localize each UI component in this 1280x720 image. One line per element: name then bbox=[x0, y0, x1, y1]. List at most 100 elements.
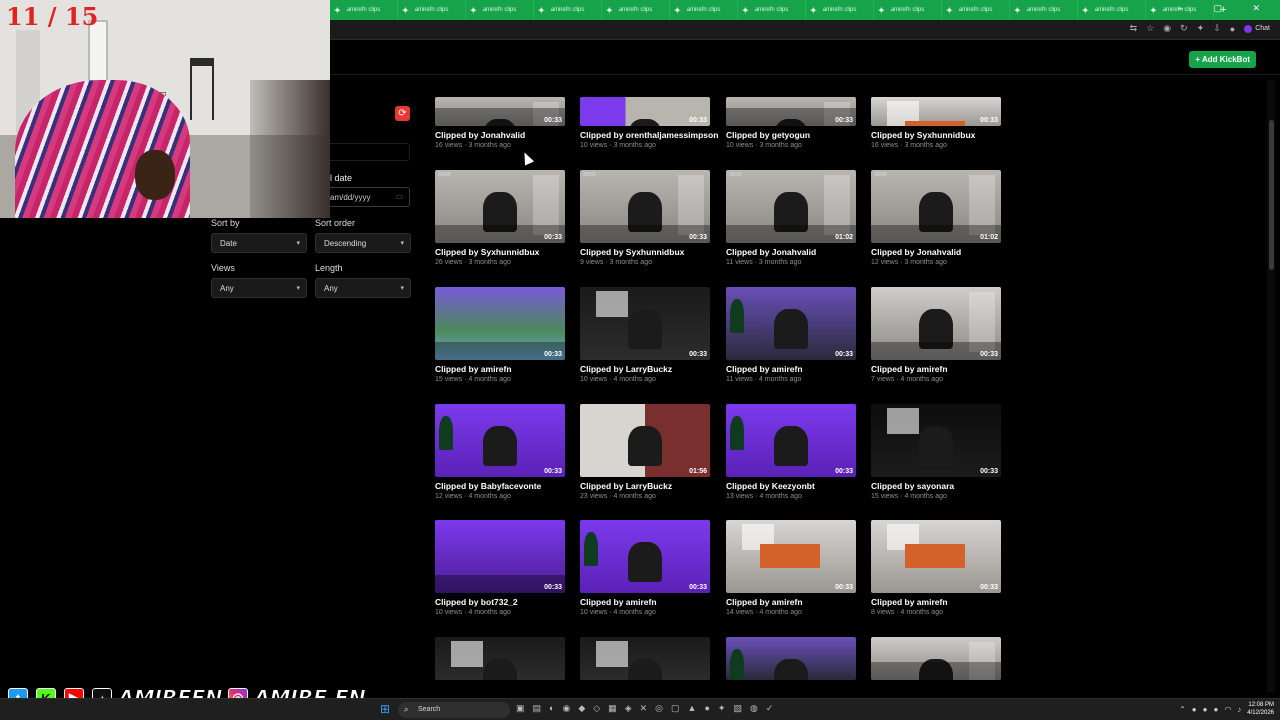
sort-order-select[interactable]: Descending ▾ bbox=[315, 233, 411, 253]
clip-thumbnail[interactable]: 00:33 bbox=[435, 520, 565, 593]
edge-icon[interactable]: ◐ bbox=[549, 703, 554, 714]
app-icon[interactable]: ▲ bbox=[688, 703, 697, 714]
reset-filters-button[interactable]: ⟳ bbox=[395, 106, 410, 121]
clip-thumbnail[interactable]: 30/30 00:33 bbox=[435, 170, 565, 243]
add-kickbot-button[interactable]: + Add KickBot bbox=[1189, 51, 1256, 68]
browser-tab[interactable]: ✦ amirefn clips bbox=[602, 0, 670, 20]
star-icon[interactable]: ☆ bbox=[1146, 23, 1154, 34]
clip-thumbnail[interactable]: 00:33 bbox=[435, 404, 565, 477]
volume-icon[interactable]: ♪ bbox=[1237, 705, 1241, 714]
browser-tab[interactable]: ✦ amirefn clips bbox=[330, 0, 398, 20]
wifi-icon[interactable]: ◠ bbox=[1224, 705, 1231, 714]
clip-thumbnail[interactable]: 00:33 bbox=[580, 287, 710, 360]
app-icon[interactable]: ✦ bbox=[718, 703, 726, 714]
clip-thumbnail[interactable]: 00:33 bbox=[871, 287, 1001, 360]
clip-title[interactable]: Clipped by bot732_2 bbox=[435, 597, 518, 607]
app-icon[interactable]: ▦ bbox=[608, 703, 617, 714]
clip-thumbnail[interactable] bbox=[435, 637, 565, 680]
browser-tab[interactable]: ✦ amirefn clips bbox=[874, 0, 942, 20]
taskbar-search[interactable]: ⌕ Search bbox=[398, 702, 510, 718]
app-icon[interactable]: ◆ bbox=[578, 703, 585, 714]
clip-thumbnail[interactable]: 00:33 bbox=[871, 97, 1001, 126]
app-icon[interactable]: ▢ bbox=[671, 703, 680, 714]
app-icon[interactable]: ◇ bbox=[593, 703, 600, 714]
taskbar-clock[interactable]: 12:08 PM 4/12/2026 bbox=[1247, 701, 1274, 717]
clip-thumbnail[interactable]: 00:33 bbox=[726, 97, 856, 126]
chevron-up-icon[interactable]: ⌃ bbox=[1179, 705, 1186, 714]
clip-thumbnail[interactable]: 30/30 01:02 bbox=[871, 170, 1001, 243]
browser-tab[interactable]: ✦ amirefn clips bbox=[466, 0, 534, 20]
explorer-icon[interactable]: ▤ bbox=[533, 703, 542, 714]
clip-thumbnail[interactable]: 00:33 bbox=[726, 520, 856, 593]
translate-icon[interactable]: ⇆ bbox=[1130, 23, 1138, 34]
refresh-extension-icon[interactable]: ↻ bbox=[1180, 23, 1188, 34]
clip-title[interactable]: Clipped by sayonara bbox=[871, 481, 954, 491]
clip-thumbnail[interactable]: 01:56 bbox=[580, 404, 710, 477]
clip-thumbnail[interactable]: 00:33 bbox=[435, 97, 565, 126]
clip-title[interactable]: Clipped by Jonahvalid bbox=[435, 130, 525, 140]
window-controls[interactable]: – ▢ ✕ bbox=[1178, 3, 1274, 14]
clip-thumbnail[interactable]: 00:33 bbox=[871, 520, 1001, 593]
app-icon[interactable]: ▧ bbox=[733, 703, 742, 714]
profile-icon[interactable]: ● bbox=[1230, 24, 1235, 34]
extension-icon[interactable]: ◉ bbox=[1163, 23, 1171, 34]
clip-title[interactable]: Clipped by Syxhunnidbux bbox=[580, 247, 684, 257]
browser-tab[interactable]: ✦ amirefn clips bbox=[806, 0, 874, 20]
sort-by-select[interactable]: Date ▾ bbox=[211, 233, 307, 253]
browser-tab[interactable]: ✦ amirefn clips bbox=[942, 0, 1010, 20]
browser-tab[interactable]: ✦ amirefn clips bbox=[534, 0, 602, 20]
downloads-icon[interactable]: ⇩ bbox=[1213, 23, 1221, 34]
start-date-input[interactable] bbox=[330, 143, 410, 161]
windows-start-icon[interactable]: ⊞ bbox=[380, 702, 390, 716]
clip-thumbnail[interactable] bbox=[726, 637, 856, 680]
clip-thumbnail[interactable]: 00:33 bbox=[580, 520, 710, 593]
clip-title[interactable]: Clipped by amirefn bbox=[726, 364, 803, 374]
clip-thumbnail[interactable]: 00:33 bbox=[580, 97, 710, 126]
browser-tab[interactable]: ✦ amirefn clips bbox=[670, 0, 738, 20]
clip-title[interactable]: Clipped by Jonahvalid bbox=[871, 247, 961, 257]
end-date-input[interactable]: am/dd/yyyy ▭ bbox=[330, 187, 410, 207]
clip-thumbnail[interactable] bbox=[580, 637, 710, 680]
browser-tab[interactable]: ✦ amirefn clips bbox=[398, 0, 466, 20]
tray-app-icon[interactable]: ● bbox=[1203, 705, 1208, 714]
clip-title[interactable]: Clipped by orenthaljamessimpson bbox=[580, 130, 718, 140]
app-icon[interactable]: ◎ bbox=[655, 703, 663, 714]
browser-tab[interactable]: ✦ amirefn clips bbox=[738, 0, 806, 20]
clip-thumbnail[interactable]: 00:33 bbox=[726, 404, 856, 477]
clip-thumbnail[interactable]: 00:33 bbox=[435, 287, 565, 360]
clip-title[interactable]: Clipped by Jonahvalid bbox=[726, 247, 816, 257]
clip-title[interactable]: Clipped by LarryBuckz bbox=[580, 364, 672, 374]
clip-thumbnail[interactable]: 00:33 bbox=[726, 287, 856, 360]
clip-title[interactable]: Clipped by amirefn bbox=[871, 364, 948, 374]
tray-app-icon[interactable]: ● bbox=[1213, 705, 1218, 714]
clip-thumbnail[interactable]: 00:33 bbox=[871, 404, 1001, 477]
scrollbar-thumb[interactable] bbox=[1269, 120, 1274, 270]
clip-thumbnail[interactable]: 30/30 01:02 bbox=[726, 170, 856, 243]
chat-button[interactable]: Chat bbox=[1244, 24, 1270, 33]
clip-title[interactable]: Clipped by amirefn bbox=[580, 597, 657, 607]
taskview-icon[interactable]: ▣ bbox=[516, 703, 525, 714]
tray-app-icon[interactable]: ● bbox=[1192, 705, 1197, 714]
clip-thumbnail[interactable]: 30/30 00:33 bbox=[580, 170, 710, 243]
clip-title[interactable]: Clipped by Babyfacevonte bbox=[435, 481, 541, 491]
browser-tab[interactable]: ✦ amirefn clips bbox=[1010, 0, 1078, 20]
clip-title[interactable]: Clipped by Syxhunnidbux bbox=[871, 130, 975, 140]
browser-tab[interactable]: ✦ amirefn clips bbox=[1078, 0, 1146, 20]
app-icon[interactable]: ● bbox=[704, 703, 709, 714]
clip-title[interactable]: Clipped by getyogun bbox=[726, 130, 810, 140]
app-icon[interactable]: ✕ bbox=[640, 703, 648, 714]
clip-title[interactable]: Clipped by Syxhunnidbux bbox=[435, 247, 539, 257]
puzzle-icon[interactable]: ✦ bbox=[1197, 23, 1205, 34]
app-icon[interactable]: ✓ bbox=[766, 703, 774, 714]
clip-thumbnail[interactable] bbox=[871, 637, 1001, 680]
clip-title[interactable]: Clipped by amirefn bbox=[871, 597, 948, 607]
clip-title[interactable]: Clipped by amirefn bbox=[726, 597, 803, 607]
clip-title[interactable]: Clipped by Keezyonbt bbox=[726, 481, 815, 491]
length-select[interactable]: Any ▾ bbox=[315, 278, 411, 298]
chrome-icon[interactable]: ◉ bbox=[562, 703, 570, 714]
views-select[interactable]: Any ▾ bbox=[211, 278, 307, 298]
clip-title[interactable]: Clipped by amirefn bbox=[435, 364, 512, 374]
app-icon[interactable]: ◈ bbox=[625, 703, 632, 714]
clip-title[interactable]: Clipped by LarryBuckz bbox=[580, 481, 672, 491]
app-icon[interactable]: ◍ bbox=[750, 703, 758, 714]
